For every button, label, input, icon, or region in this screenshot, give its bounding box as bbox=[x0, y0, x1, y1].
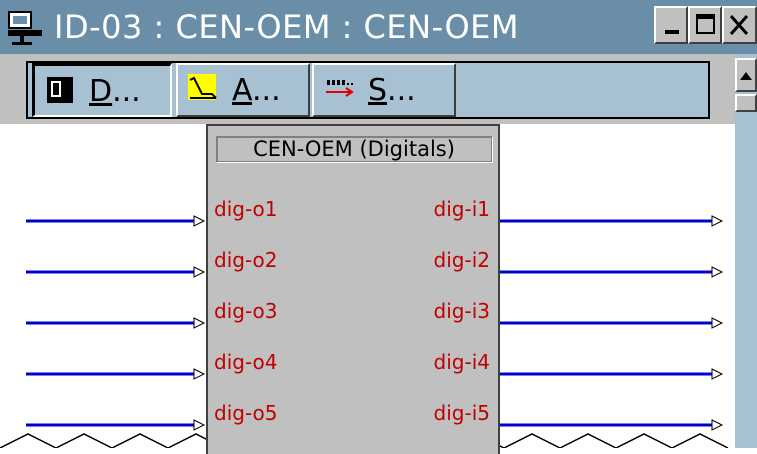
input-arrow-icon bbox=[193, 419, 206, 431]
output-arrow-icon bbox=[711, 419, 724, 431]
pin-dig-o1[interactable]: dig-o1 bbox=[214, 197, 278, 221]
vertical-scrollbar[interactable] bbox=[735, 54, 757, 448]
pin-dig-o3[interactable]: dig-o3 bbox=[214, 299, 278, 323]
input-arrow-icon bbox=[193, 266, 206, 278]
pin-dig-o5[interactable]: dig-o5 bbox=[214, 401, 278, 425]
scroll-up-button[interactable] bbox=[735, 58, 757, 92]
output-arrow-icon bbox=[711, 215, 724, 227]
output-arrow-icon bbox=[711, 317, 724, 329]
pin-dig-i2[interactable]: dig-i2 bbox=[400, 248, 490, 272]
pin-dig-i1[interactable]: dig-i1 bbox=[400, 197, 490, 221]
block-title: CEN-OEM (Digitals) bbox=[216, 136, 492, 162]
pin-dig-i3[interactable]: dig-i3 bbox=[400, 299, 490, 323]
diagram-window: ID-03 : CEN-OEM : CEN-OEM D... A... S...… bbox=[0, 0, 757, 454]
arrow-up-icon bbox=[740, 72, 752, 80]
pin-dig-i5[interactable]: dig-i5 bbox=[400, 401, 490, 425]
input-arrow-icon bbox=[193, 215, 206, 227]
scroll-thumb[interactable] bbox=[735, 94, 757, 112]
output-arrow-icon bbox=[711, 266, 724, 278]
input-arrow-icon bbox=[193, 317, 206, 329]
pin-dig-i4[interactable]: dig-i4 bbox=[400, 350, 490, 374]
output-arrow-icon bbox=[711, 368, 724, 380]
pin-dig-o2[interactable]: dig-o2 bbox=[214, 248, 278, 272]
input-arrow-icon bbox=[193, 368, 206, 380]
pin-dig-o4[interactable]: dig-o4 bbox=[214, 350, 278, 374]
